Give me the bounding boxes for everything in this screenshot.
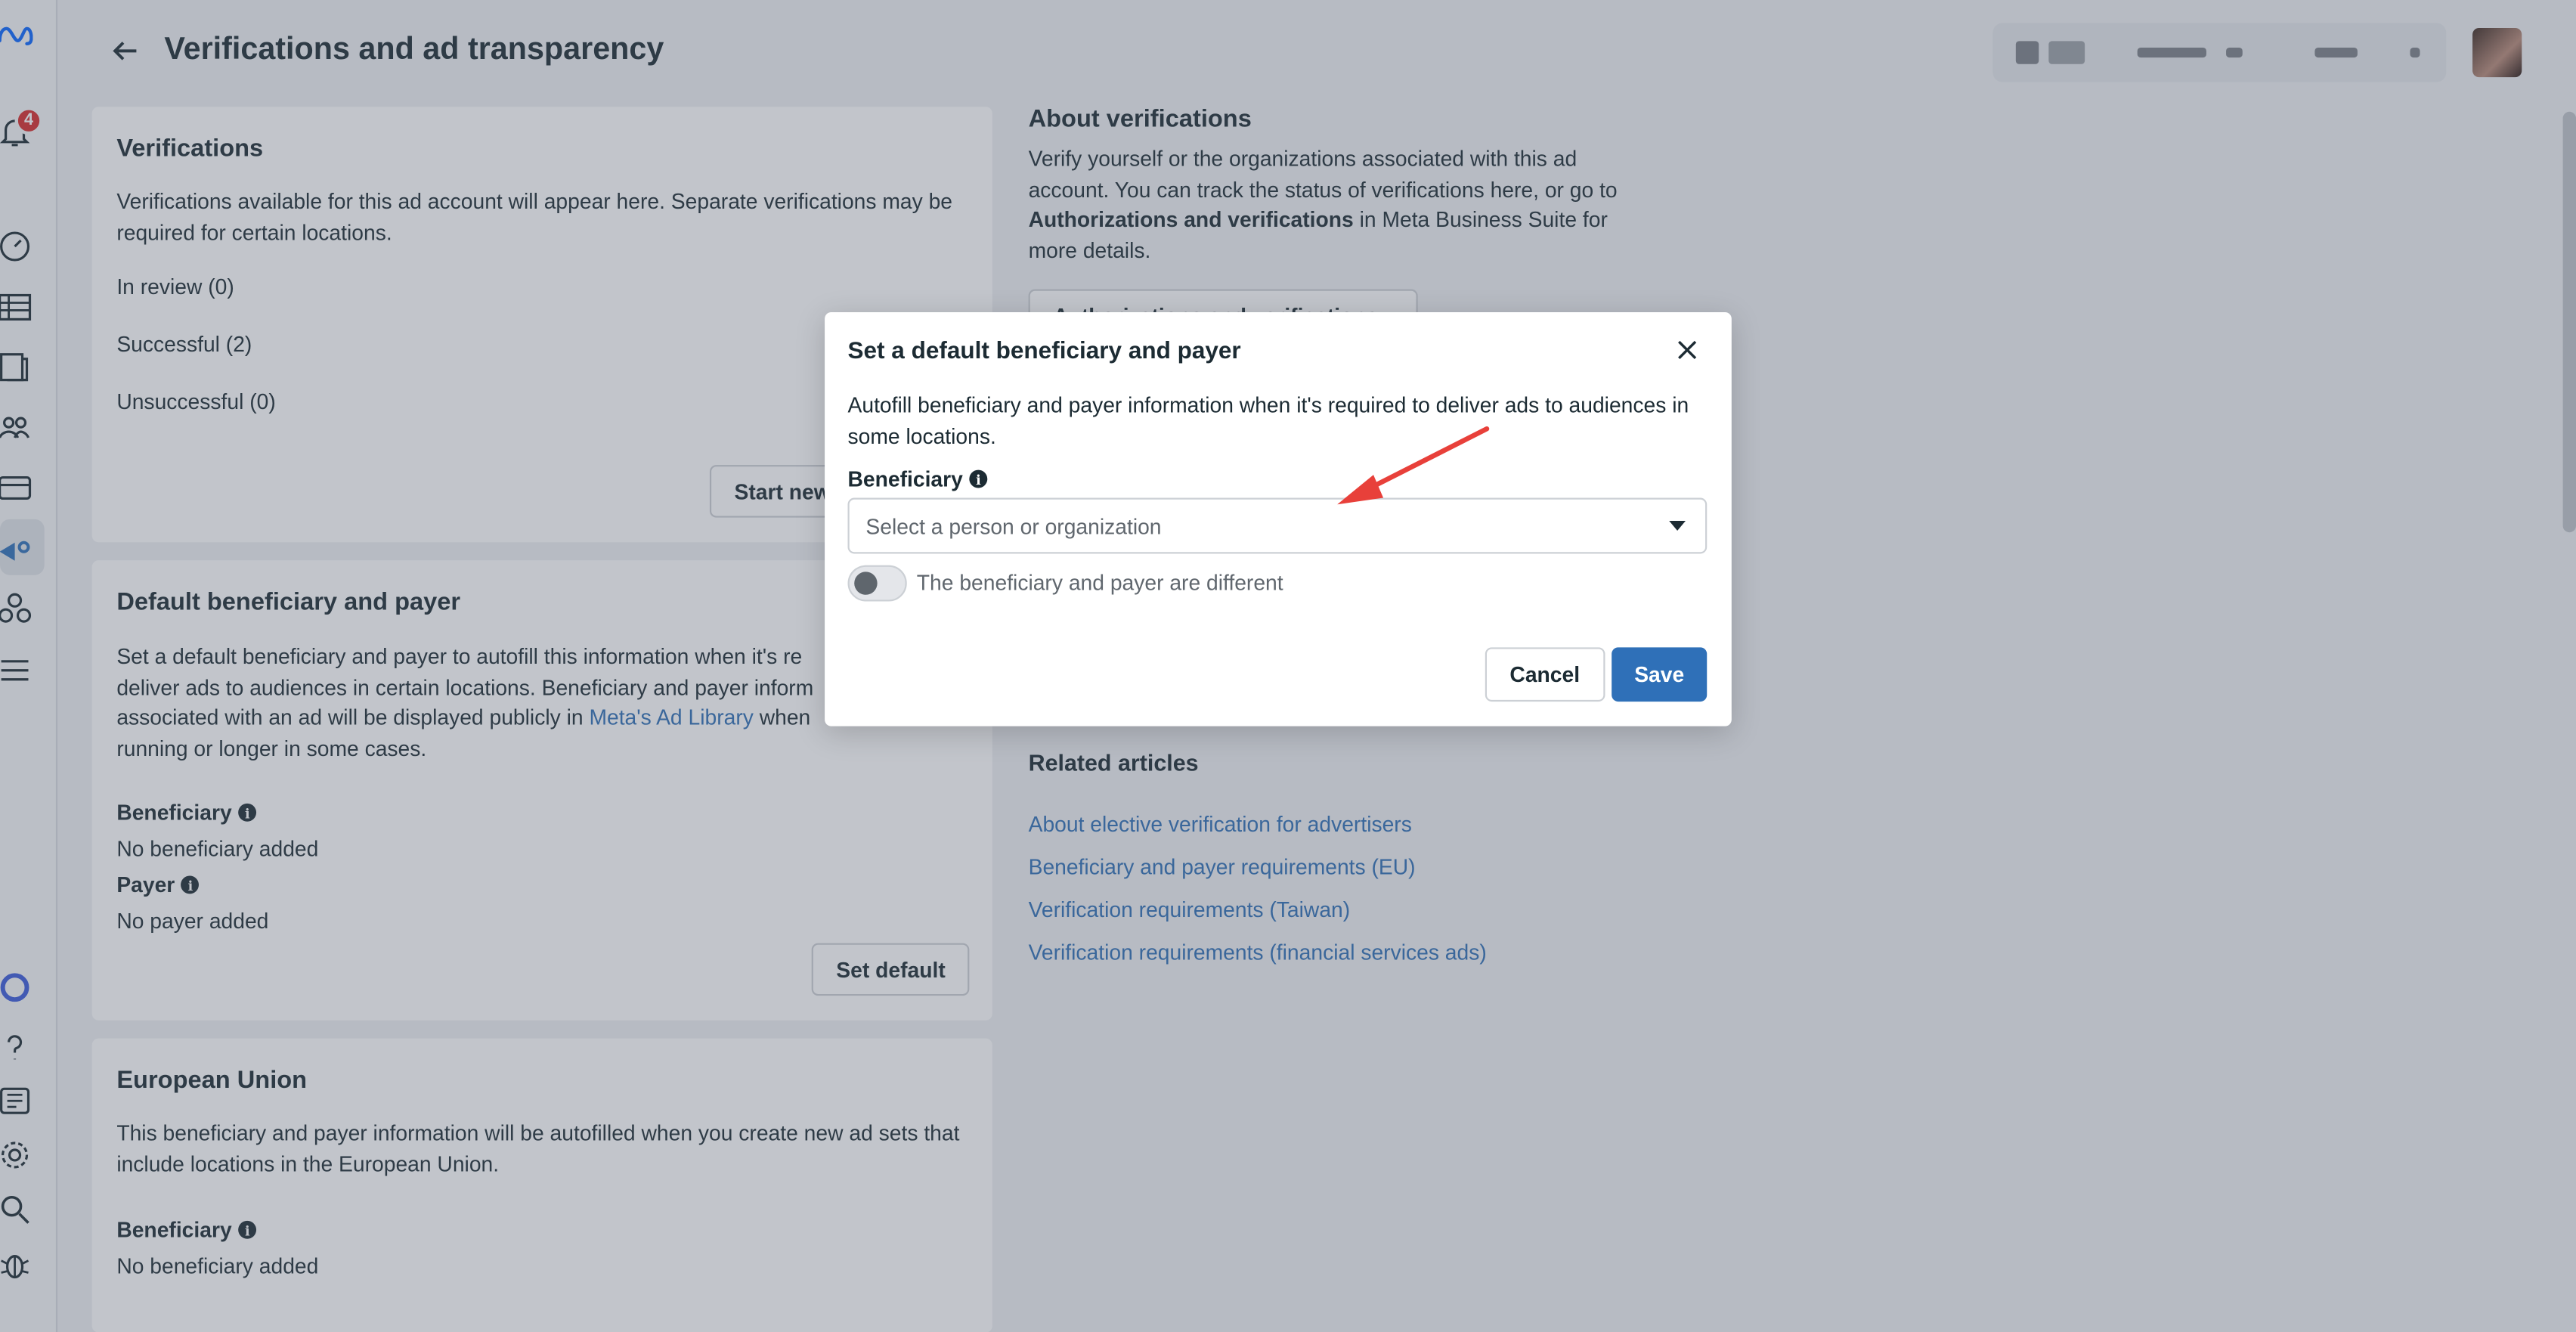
beneficiary-select[interactable]: Select a person or organization: [847, 497, 1708, 554]
caret-down-icon: [1669, 520, 1686, 531]
toggle-label: The beneficiary and payer are different: [916, 570, 1283, 595]
cancel-button[interactable]: Cancel: [1485, 647, 1605, 702]
annotation-arrow-icon: [1337, 426, 1490, 505]
modal-description: Autofill beneficiary and payer informati…: [847, 392, 1689, 448]
info-icon[interactable]: i: [969, 469, 988, 488]
save-button[interactable]: Save: [1612, 647, 1708, 702]
different-payer-toggle[interactable]: [847, 565, 907, 602]
modal-beneficiary-label: Beneficiary i: [848, 466, 988, 491]
close-icon[interactable]: [1674, 337, 1701, 364]
modal-title: Set a default beneficiary and payer: [847, 338, 1241, 365]
select-placeholder: Select a person or organization: [865, 513, 1162, 538]
beneficiary-modal: Set a default beneficiary and payer Auto…: [825, 311, 1732, 726]
